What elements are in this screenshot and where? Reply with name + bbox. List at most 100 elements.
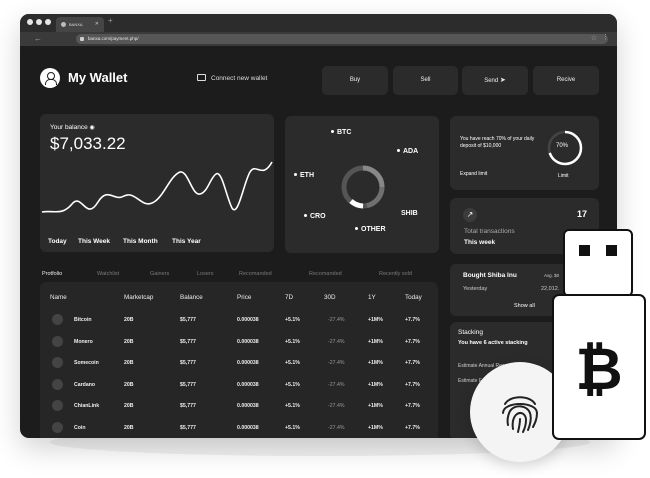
period-week[interactable]: This Week	[78, 238, 110, 245]
send-button[interactable]: Send ➤	[462, 66, 528, 95]
cell-y1: +1M%	[368, 381, 383, 388]
col-name[interactable]: Name	[50, 294, 67, 301]
cell-cap: 20B	[124, 424, 134, 431]
donut-label-ada: ADA	[397, 148, 418, 155]
cell-d30: -27.4%	[328, 317, 345, 323]
tab-portfolio[interactable]: Protfolio	[42, 271, 62, 277]
window-maximize-dot[interactable]	[45, 19, 51, 25]
favicon-icon	[61, 22, 66, 27]
cell-price: 0.000038	[237, 403, 259, 409]
coin-name[interactable]: ChianLink	[74, 403, 99, 409]
cell-d7: +5.1%	[285, 424, 300, 431]
expand-limit-link[interactable]: Expand limit	[460, 171, 487, 177]
cell-price: 0.000038	[237, 381, 259, 388]
cell-price: 0.000038	[237, 360, 259, 366]
browser-tab[interactable]: BANXA ✕	[56, 17, 104, 32]
cell-d7: +5.1%	[285, 338, 300, 345]
sell-label: Sell	[420, 77, 431, 83]
col-1y[interactable]: 1Y	[368, 294, 376, 301]
coin-icon	[52, 314, 63, 325]
coin-name[interactable]: Bitcoin	[74, 317, 92, 323]
window-close-dot[interactable]	[27, 19, 33, 25]
col-marketcap[interactable]: Marketcap	[124, 294, 153, 301]
wallet-icon	[197, 74, 206, 81]
portfolio-table: Name Marketcap Balance Price 7D 30D 1Y T…	[40, 282, 438, 438]
browser-titlebar: BANXA ✕ +	[20, 14, 617, 32]
tab-recomanded-2[interactable]: Recomanded	[309, 271, 342, 277]
bought-title: Bought Shiba Inu	[463, 272, 517, 279]
browser-menu-icon[interactable]: ⋮	[602, 33, 609, 41]
coin-name[interactable]: Cardano	[74, 382, 95, 388]
new-tab-icon[interactable]: +	[108, 16, 113, 25]
balance-label: Your balance ◉	[50, 124, 95, 131]
cell-d30: -27.4%	[328, 338, 345, 345]
usb-port-right	[606, 245, 617, 256]
user-avatar-icon[interactable]	[40, 68, 60, 88]
send-icon: ➤	[499, 77, 506, 84]
buy-button[interactable]: Buy	[322, 66, 388, 95]
cell-today: +7.7%	[405, 317, 420, 323]
window-minimize-dot[interactable]	[36, 19, 42, 25]
buy-label: Buy	[349, 77, 361, 83]
cell-balance: $5,777	[180, 317, 196, 323]
show-all-link[interactable]: Show all	[514, 303, 535, 309]
donut-label-other: OTHER	[355, 226, 386, 233]
tab-recomanded-1[interactable]: Recomanded	[239, 271, 272, 277]
cell-d7: +5.1%	[285, 381, 300, 388]
arrow-up-right-icon: ↗	[463, 208, 477, 222]
col-today[interactable]: Today	[405, 294, 422, 301]
coin-name[interactable]: Coin	[74, 425, 86, 431]
tab-losers[interactable]: Losers	[197, 271, 214, 277]
cell-balance: $5,777	[180, 338, 196, 345]
stacking-title: Stacking	[458, 329, 483, 336]
coin-name[interactable]: Somecoin	[74, 360, 99, 366]
bookmark-star-icon[interactable]: ☆	[591, 34, 597, 42]
coin-icon	[52, 378, 63, 390]
usb-key: ₿	[552, 229, 646, 440]
balance-card: Your balance ◉ $7,033.22 Today This Week…	[40, 114, 274, 252]
cell-price: 0.000038	[237, 338, 259, 345]
cell-cap: 20B	[124, 338, 134, 345]
balance-chart	[41, 161, 273, 213]
donut-label-shib: SHIB	[401, 210, 418, 217]
tab-watchlist[interactable]: Watchlist	[97, 271, 119, 277]
col-30d[interactable]: 30D	[324, 294, 336, 301]
coin-icon	[52, 400, 63, 411]
page-title: My Wallet	[68, 70, 128, 85]
transactions-title: Total transactions	[464, 228, 515, 235]
fingerprint-icon	[502, 396, 539, 433]
period-today[interactable]: Today	[48, 238, 67, 245]
tab-recently-sold[interactable]: Recently sold	[379, 271, 412, 277]
cell-d7: +5.1%	[285, 403, 300, 409]
cell-balance: $5,777	[180, 403, 196, 409]
bitcoin-icon: ₿	[575, 335, 622, 403]
tab-title: BANXA	[69, 22, 83, 27]
tab-gainers[interactable]: Gainers	[150, 271, 169, 277]
connect-wallet-label: Connect new wallet	[211, 75, 268, 82]
url-field[interactable]: banxa.com/payment.php/	[76, 34, 608, 44]
cell-y1: +1M%	[368, 317, 383, 323]
recive-button[interactable]: Recive	[533, 66, 599, 95]
cell-d30: -27.4%	[328, 424, 345, 431]
col-price[interactable]: Price	[237, 294, 251, 301]
sell-button[interactable]: Sell	[393, 66, 458, 95]
col-balance[interactable]: Balance	[180, 294, 203, 301]
col-7d[interactable]: 7D	[285, 294, 293, 301]
transactions-count: 17	[577, 209, 588, 219]
stacking-subtitle: You have 6 active stacking	[458, 340, 528, 346]
cell-y1: +1M%	[368, 360, 383, 366]
tab-close-icon[interactable]: ✕	[95, 17, 99, 32]
cell-y1: +1M%	[368, 424, 383, 431]
cell-today: +7.7%	[405, 338, 420, 345]
cell-today: +7.7%	[405, 381, 420, 388]
allocation-card: BTC ADA ETH CRO SHIB OTHER	[285, 116, 439, 253]
back-icon[interactable]: ←	[34, 34, 42, 43]
cell-d30: -27.4%	[328, 381, 345, 388]
cell-cap: 20B	[124, 381, 134, 388]
eye-icon[interactable]: ◉	[90, 125, 95, 131]
transactions-subtitle: This week	[464, 239, 496, 246]
period-year[interactable]: This Year	[172, 238, 201, 245]
period-month[interactable]: This Month	[123, 238, 158, 245]
coin-name[interactable]: Monero	[74, 339, 93, 345]
connect-wallet-link[interactable]: Connect new wallet	[197, 74, 267, 82]
